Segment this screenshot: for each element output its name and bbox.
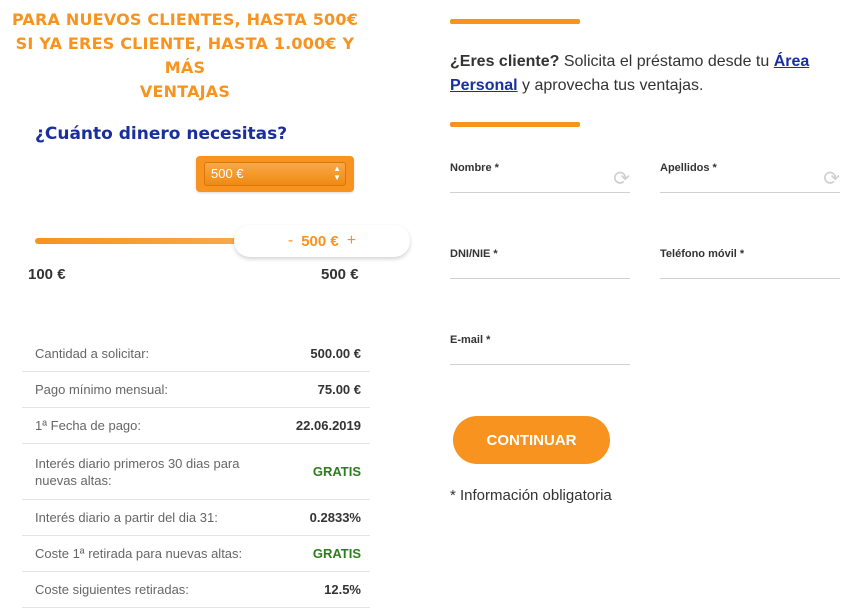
bottom-divider [450,122,580,127]
summary-label: Coste 1ª retirada para nuevas altas: [35,546,243,561]
apellidos-label: Apellidos * [660,162,717,174]
amount-question: ¿Cuánto dinero necesitas? [35,124,288,144]
client-text-before: Solicita el préstamo desde tu [559,53,774,70]
increase-button[interactable]: + [339,232,364,250]
top-divider [450,19,580,24]
promo-banner: PARA NUEVOS CLIENTES, HASTA 500€ SI YA E… [0,8,370,104]
summary-value: 500.00 € [310,346,361,361]
required-info-note: * Información obligatoria [450,487,612,504]
amount-slider-handle[interactable]: - 500 € + [234,225,410,257]
summary-label: 1ª Fecha de pago: [35,418,141,433]
summary-label: Coste siguientes retiradas: [35,582,189,597]
promo-line-1: PARA NUEVOS CLIENTES, HASTA 500€ [11,10,359,29]
amount-slider-track[interactable] [35,238,245,244]
summary-row: Cantidad a solicitar: 500.00 € [22,336,370,372]
decrease-button[interactable]: - [280,232,301,250]
refresh-icon: ⟳ [613,168,630,190]
email-field[interactable]: E-mail * [450,334,630,365]
slider-value: 500 € [301,232,339,250]
amount-select-value: 500 € [211,166,244,181]
dni-label: DNI/NIE * [450,248,498,260]
summary-label: Interés diario primeros 30 dias para nue… [35,455,240,488]
summary-row: Pago mínimo mensual: 75.00 € [22,372,370,408]
slider-min-label: 100 € [28,266,66,283]
summary-label: Cantidad a solicitar: [35,346,150,361]
refresh-icon: ⟳ [823,168,840,190]
summary-value: 12.5% [324,582,361,597]
summary-value: 0.2833% [309,510,361,525]
continue-button[interactable]: CONTINUAR [453,416,610,464]
summary-row: Interés diario a partir del dia 31: 0.28… [22,500,370,536]
telefono-label: Teléfono móvil * [660,248,745,260]
summary-row: Coste 1ª retirada para nuevas altas: GRA… [22,536,370,572]
promo-line-2: SI YA ERES CLIENTE, HASTA 1.000€ Y MÁS [15,34,355,77]
updown-arrows-icon: ▲ ▼ [333,164,341,182]
amount-select[interactable]: 500 € ▲ ▼ [196,156,354,192]
nombre-label: Nombre * [450,162,499,174]
telefono-field[interactable]: Teléfono móvil * [660,248,840,279]
promo-line-3: VENTAJAS [139,82,231,101]
slider-max-label: 500 € [321,266,359,283]
summary-row: Interés diario primeros 30 dias para nue… [22,444,370,500]
summary-value: GRATIS [312,464,361,479]
loan-summary-table: Cantidad a solicitar: 500.00 € Pago míni… [22,336,370,608]
email-label: E-mail * [450,334,491,346]
apellidos-field[interactable]: Apellidos * ⟳ [660,162,840,193]
summary-row: 1ª Fecha de pago: 22.06.2019 [22,408,370,444]
amount-select-box[interactable]: 500 € ▲ ▼ [204,162,346,186]
summary-value: 75.00 € [317,382,361,397]
nombre-field[interactable]: Nombre * ⟳ [450,162,630,193]
client-question: ¿Eres cliente? [450,53,560,70]
client-text-after: y aprovecha tus ventajas. [517,77,704,94]
dni-field[interactable]: DNI/NIE * [450,248,630,279]
summary-value: 22.06.2019 [295,418,361,433]
summary-label: Pago mínimo mensual: [35,382,168,397]
client-notice: ¿Eres cliente? Solicita el préstamo desd… [450,50,840,98]
summary-row: Coste siguientes retiradas: 12.5% [22,572,370,608]
summary-label: Interés diario a partir del dia 31: [35,510,218,525]
summary-value: GRATIS [312,546,361,561]
